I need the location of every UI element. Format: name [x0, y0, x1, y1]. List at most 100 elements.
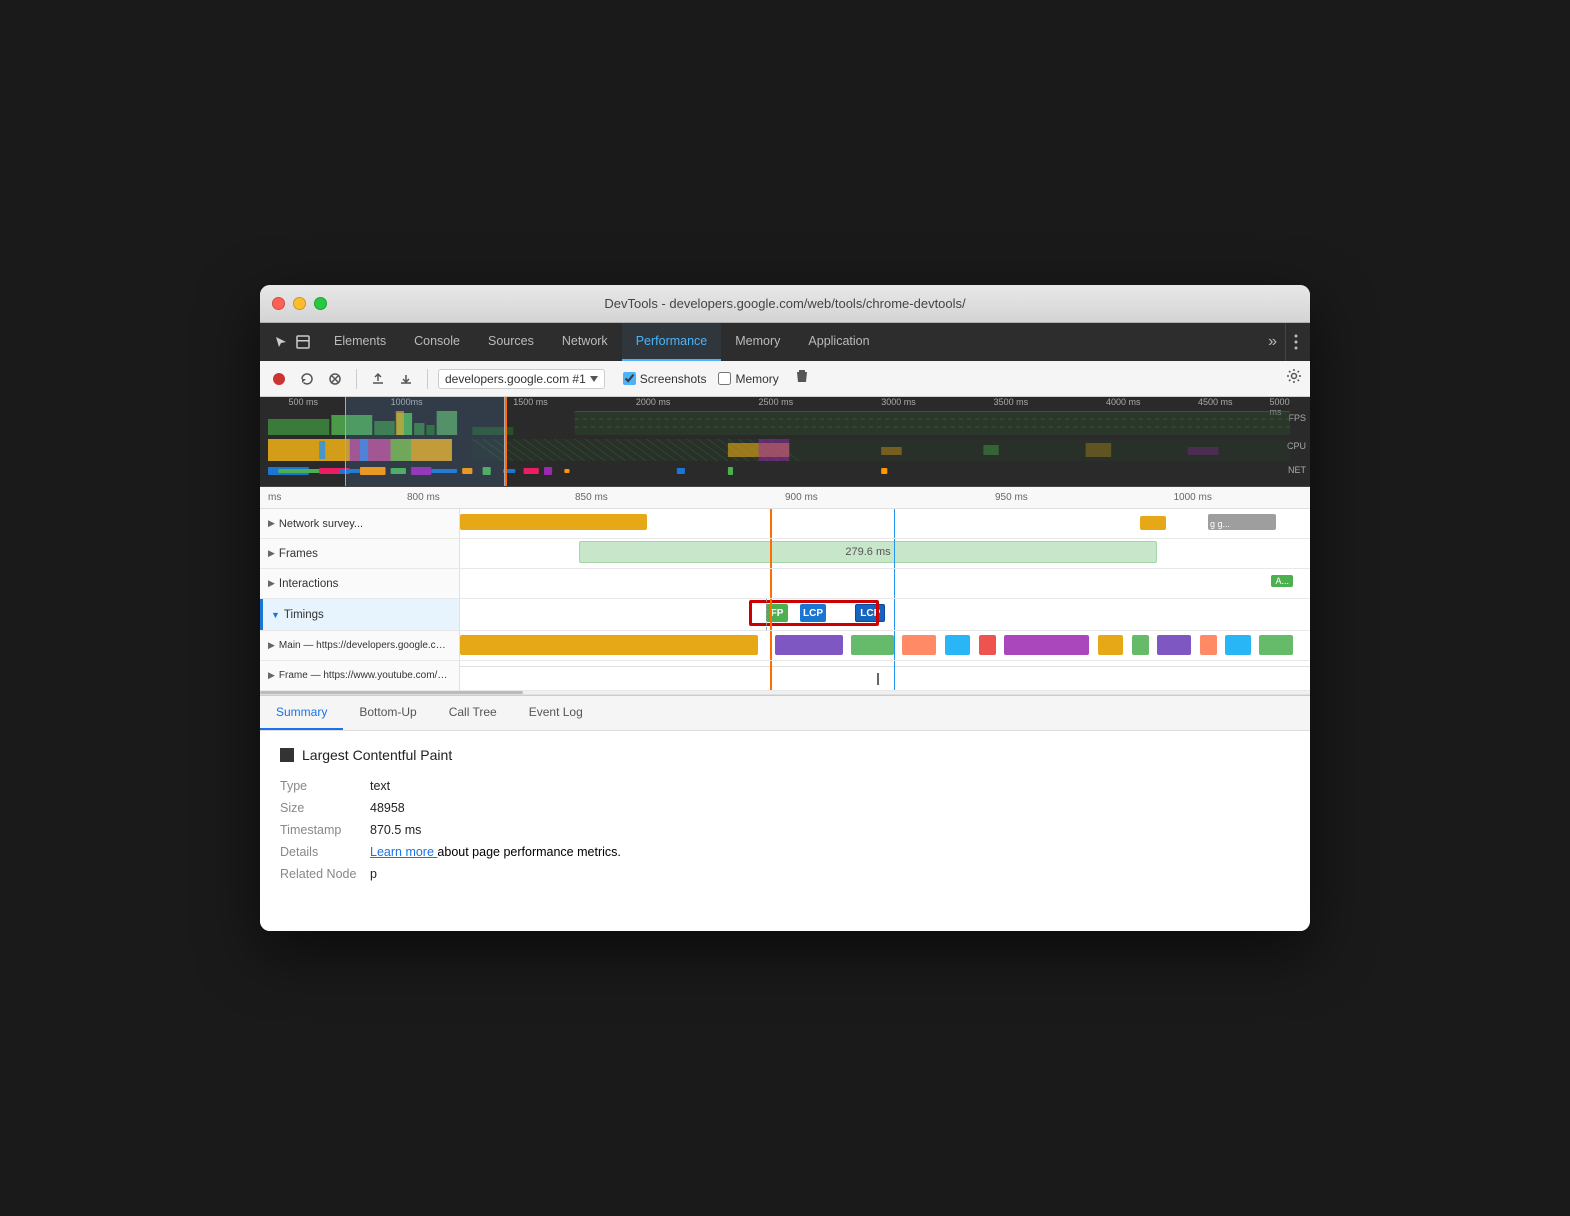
tab-console[interactable]: Console: [400, 323, 474, 361]
main-bar-green2: [1132, 635, 1149, 655]
expand-frame-icon[interactable]: ▶: [268, 670, 275, 681]
learn-more-link[interactable]: Learn more: [370, 845, 437, 859]
zoom-tick-950: 950 ms: [995, 492, 1028, 503]
details-label: Details: [280, 845, 370, 859]
toolbar-separator-2: [427, 369, 428, 389]
main-bar-blue: [945, 635, 971, 655]
upload-button[interactable]: [367, 368, 389, 390]
size-label: Size: [280, 801, 370, 815]
tab-elements[interactable]: Elements: [320, 323, 400, 361]
titlebar: DevTools - developers.google.com/web/too…: [260, 285, 1310, 323]
tab-calltree[interactable]: Call Tree: [433, 696, 513, 730]
interactions-content: A...: [460, 569, 1310, 598]
timings-label[interactable]: ▼ Timings: [260, 599, 460, 630]
collapse-timings-icon[interactable]: ▼: [271, 610, 280, 620]
fps-label: FPS: [1288, 413, 1306, 423]
main-bar-purple3: [1157, 635, 1191, 655]
summary-title-text: Largest Contentful Paint: [302, 747, 452, 763]
more-tabs-button[interactable]: »: [1260, 323, 1285, 361]
timings-content: FP LCP LCP: [460, 599, 1310, 630]
zoom-tick-ms: ms: [268, 492, 281, 503]
tab-memory[interactable]: Memory: [721, 323, 794, 361]
lcp-chip-2[interactable]: LCP: [855, 604, 885, 622]
net-label: NET: [1288, 465, 1306, 475]
timeline-overview[interactable]: 500 ms 1000ms 1500 ms 2000 ms 2500 ms 30…: [260, 397, 1310, 487]
network-survey-content: g g...: [460, 509, 1310, 538]
bottom-tab-bar: Summary Bottom-Up Call Tree Event Log: [260, 695, 1310, 731]
lcp-chip-1: LCP: [800, 604, 826, 622]
url-selector[interactable]: developers.google.com #1: [438, 369, 605, 389]
network-survey-row: ▶ Network survey... g g...: [260, 509, 1310, 539]
network-survey-label[interactable]: ▶ Network survey...: [260, 509, 460, 538]
dock-icon[interactable]: [294, 333, 312, 351]
interactions-row: ▶ Interactions A...: [260, 569, 1310, 599]
zoom-tick-850: 850 ms: [575, 492, 608, 503]
fullscreen-button[interactable]: [314, 297, 327, 310]
window-title: DevTools - developers.google.com/web/too…: [604, 296, 965, 311]
related-node-label: Related Node: [280, 867, 370, 881]
scrollbar-area: [260, 691, 1310, 695]
devtools-menu-button[interactable]: [1285, 323, 1306, 361]
main-timeline: ms 800 ms 850 ms 900 ms 950 ms 1000 ms ▶…: [260, 487, 1310, 695]
record-button[interactable]: [268, 368, 290, 390]
main-thread-row: ▶ Main — https://developers.google.com/w…: [260, 631, 1310, 661]
devtools-window: DevTools - developers.google.com/web/too…: [260, 285, 1310, 931]
tick-1500: 1500 ms: [513, 397, 548, 407]
clear-button[interactable]: [324, 368, 346, 390]
expand-main-icon[interactable]: ▶: [268, 640, 275, 651]
orange-marker-interactions: [770, 569, 772, 598]
main-thread-label[interactable]: ▶ Main — https://developers.google.com/w…: [260, 631, 460, 660]
summary-timestamp-row: Timestamp 870.5 ms: [280, 823, 1290, 837]
orange-marker: [505, 397, 507, 486]
zoomed-ruler: ms 800 ms 850 ms 900 ms 950 ms 1000 ms: [260, 487, 1310, 509]
summary-details-row: Details Learn more about page performanc…: [280, 845, 1290, 859]
timeline-selection[interactable]: [345, 397, 505, 486]
tab-sources[interactable]: Sources: [474, 323, 548, 361]
interactions-label[interactable]: ▶ Interactions: [260, 569, 460, 598]
main-thread-content: [460, 631, 1310, 660]
tab-application[interactable]: Application: [794, 323, 883, 361]
details-text: Learn more about page performance metric…: [370, 845, 621, 859]
main-bar-green: [851, 635, 894, 655]
related-node-value: p: [370, 867, 377, 881]
tab-performance[interactable]: Performance: [622, 323, 722, 361]
summary-panel: Largest Contentful Paint Type text Size …: [260, 731, 1310, 931]
type-value: text: [370, 779, 390, 793]
expand-frames-icon[interactable]: ▶: [268, 548, 275, 559]
orange-marker-frames: [770, 539, 772, 568]
tab-list: Elements Console Sources Network Perform…: [320, 323, 1260, 361]
main-bar-purple2: [1004, 635, 1089, 655]
expand-network-icon[interactable]: ▶: [268, 518, 275, 529]
cursor-icon[interactable]: [272, 333, 290, 351]
tick-4000: 4000 ms: [1106, 397, 1141, 407]
main-bar-purple: [775, 635, 843, 655]
tab-summary[interactable]: Summary: [260, 696, 343, 730]
size-value: 48958: [370, 801, 405, 815]
download-button[interactable]: [395, 368, 417, 390]
screenshots-toggle[interactable]: Screenshots: [623, 372, 707, 386]
scrollbar-thumb-h[interactable]: [260, 691, 523, 694]
frame-content: [460, 661, 1310, 690]
expand-interactions-icon[interactable]: ▶: [268, 578, 275, 589]
summary-size-row: Size 48958: [280, 801, 1290, 815]
minimize-button[interactable]: [293, 297, 306, 310]
clear-recordings-button[interactable]: [795, 368, 809, 389]
type-label: Type: [280, 779, 370, 793]
reload-record-button[interactable]: [296, 368, 318, 390]
main-bar-red: [979, 635, 996, 655]
frame-label[interactable]: ▶ Frame — https://www.youtube.com/embed/…: [260, 661, 460, 690]
zoom-tick-900: 900 ms: [785, 492, 818, 503]
tab-eventlog[interactable]: Event Log: [513, 696, 599, 730]
settings-button[interactable]: [1286, 368, 1302, 389]
summary-related-node-row: Related Node p: [280, 867, 1290, 881]
memory-toggle[interactable]: Memory: [718, 372, 778, 386]
frames-row: ▶ Frames 279.6 ms: [260, 539, 1310, 569]
frames-label[interactable]: ▶ Frames: [260, 539, 460, 568]
close-button[interactable]: [272, 297, 285, 310]
tab-bottomup[interactable]: Bottom-Up: [343, 696, 432, 730]
timestamp-value: 870.5 ms: [370, 823, 421, 837]
tab-network[interactable]: Network: [548, 323, 622, 361]
toolbar-checkboxes: Screenshots Memory: [623, 368, 809, 389]
devtools-tab-bar: Elements Console Sources Network Perform…: [260, 323, 1310, 361]
interaction-chip: A...: [1271, 575, 1293, 587]
